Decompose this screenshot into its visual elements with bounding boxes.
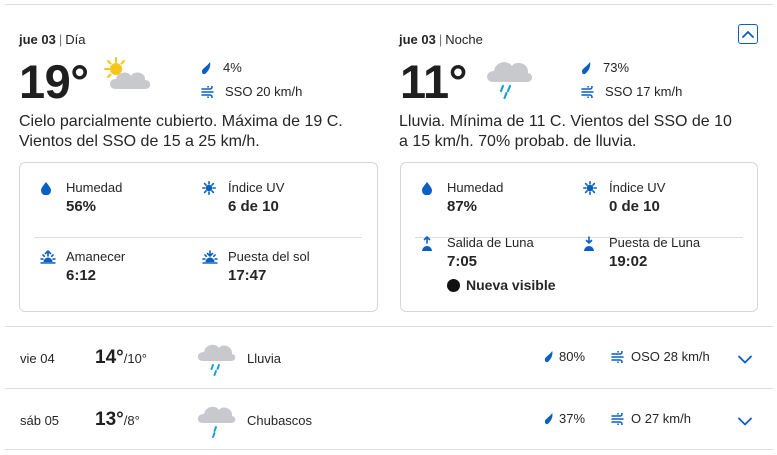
day-uv-label: Índice UV <box>228 180 285 195</box>
night-moonrise-value: 7:05 <box>447 253 478 270</box>
precip-drop-icon <box>201 61 211 74</box>
forecast-low: /8° <box>123 413 140 428</box>
night-description: Lluvia. Mínima de 11 C. Vientos del SSO … <box>399 113 732 150</box>
night-header-separator: | <box>438 32 443 47</box>
day-details-card: Humedad 56% Índice UV 6 de 10 Amanecer 6… <box>19 162 378 312</box>
night-uv-value: 0 de 10 <box>609 198 660 215</box>
humidity-drop-icon <box>421 181 433 200</box>
forecast-day: vie 04 <box>20 351 55 366</box>
uv-sun-icon <box>202 181 216 200</box>
day-precip: 4% <box>201 60 242 75</box>
forecast-wind-value: O 27 km/h <box>631 411 691 426</box>
night-moonrise-label: Salida de Luna <box>447 235 534 250</box>
forecast-day: sáb 05 <box>20 413 60 428</box>
forecast-precip: 80% <box>544 349 585 364</box>
chevron-up-icon <box>742 31 754 38</box>
forecast-condition: Lluvia <box>247 351 281 366</box>
day-sunset-label: Puesta del sol <box>228 249 310 264</box>
wind-icon <box>581 85 594 98</box>
humidity-drop-icon <box>40 181 52 200</box>
night-precip-value: 73% <box>603 60 630 75</box>
day-sunrise-label: Amanecer <box>66 249 126 264</box>
forecast-precip: 37% <box>544 411 585 426</box>
night-moonset-value: 19:02 <box>609 253 648 270</box>
partly-cloudy-day-icon <box>100 56 154 99</box>
forecast-high: 14° <box>95 347 124 368</box>
night-uv-label: Índice UV <box>609 180 666 195</box>
moonset-icon <box>583 236 595 257</box>
moonrise-icon <box>421 235 433 257</box>
day-wind: SSO 20 km/h <box>201 84 302 99</box>
forecast-wind: OSO 28 km/h <box>611 349 710 364</box>
day-uv-value: 6 de 10 <box>228 198 279 215</box>
night-humidity-value: 87% <box>447 198 478 215</box>
moon-phase-label: Nueva visible <box>466 277 556 293</box>
day-wind-value: SSO 20 km/h <box>225 84 303 99</box>
wind-icon <box>201 85 214 98</box>
day-description: Cielo parcialmente cubierto. Máxima de 1… <box>19 113 343 150</box>
forecast-low: /10° <box>123 351 148 366</box>
rain-cloud-icon <box>483 54 533 105</box>
forecast-row-sab-05[interactable]: sáb 05 13°/8° Chubascos 37% O 27 km/h <box>5 389 773 450</box>
day-humidity-label: Humedad <box>66 180 123 195</box>
rain-cloud-icon <box>195 339 237 382</box>
day-precip-value: 4% <box>223 60 242 75</box>
day-header-separator: | <box>58 32 63 47</box>
day-card-divider <box>34 237 362 238</box>
day-date: jue 03 <box>19 32 56 47</box>
night-humidity-label: Humedad <box>447 180 504 195</box>
forecast-temps: 14°/10° <box>95 347 147 369</box>
collapse-button[interactable] <box>738 24 758 44</box>
night-temperature: 11° <box>400 55 467 108</box>
night-header: jue 03 | Noche <box>399 32 483 47</box>
forecast-precip-value: 80% <box>559 349 586 364</box>
shower-cloud-icon <box>195 401 237 444</box>
night-details-card: Humedad 87% Índice UV 0 de 10 Salida de … <box>400 162 758 312</box>
forecast-divider-3 <box>5 449 773 450</box>
chevron-down-icon[interactable] <box>738 413 752 431</box>
night-part-label: Noche <box>445 32 483 47</box>
sunrise-icon <box>40 249 56 269</box>
night-moonset-label: Puesta de Luna <box>609 235 701 250</box>
forecast-high: 13° <box>95 409 124 430</box>
precip-drop-icon <box>581 61 591 74</box>
day-humidity-value: 56% <box>66 198 97 215</box>
forecast-condition: Chubascos <box>247 413 313 428</box>
top-divider <box>5 4 773 5</box>
precip-drop-icon <box>544 413 553 425</box>
forecast-wind: O 27 km/h <box>611 411 691 426</box>
forecast-wind-value: OSO 28 km/h <box>631 349 710 364</box>
wind-icon <box>611 412 624 425</box>
day-temperature: 19° <box>19 55 89 108</box>
chevron-down-icon[interactable] <box>738 351 752 369</box>
night-wind-value: SSO 17 km/h <box>605 84 683 99</box>
night-date: jue 03 <box>399 32 436 47</box>
night-precip: 73% <box>581 60 629 75</box>
forecast-precip-value: 37% <box>559 411 586 426</box>
night-wind: SSO 17 km/h <box>581 84 682 99</box>
day-sunrise-value: 6:12 <box>66 267 97 284</box>
new-moon-icon <box>447 278 460 292</box>
moon-phase: Nueva visible <box>447 277 556 293</box>
precip-drop-icon <box>544 351 553 363</box>
forecast-row-vie-04[interactable]: vie 04 14°/10° Lluvia 80% OSO 28 km/h <box>5 327 773 388</box>
day-header: jue 03 | Día <box>19 32 85 47</box>
wind-icon <box>611 350 624 363</box>
sunset-icon <box>202 250 218 269</box>
day-part-label: Día <box>65 32 86 47</box>
uv-sun-icon <box>583 181 597 200</box>
day-sunset-value: 17:47 <box>228 267 267 284</box>
forecast-temps: 13°/8° <box>95 409 140 431</box>
